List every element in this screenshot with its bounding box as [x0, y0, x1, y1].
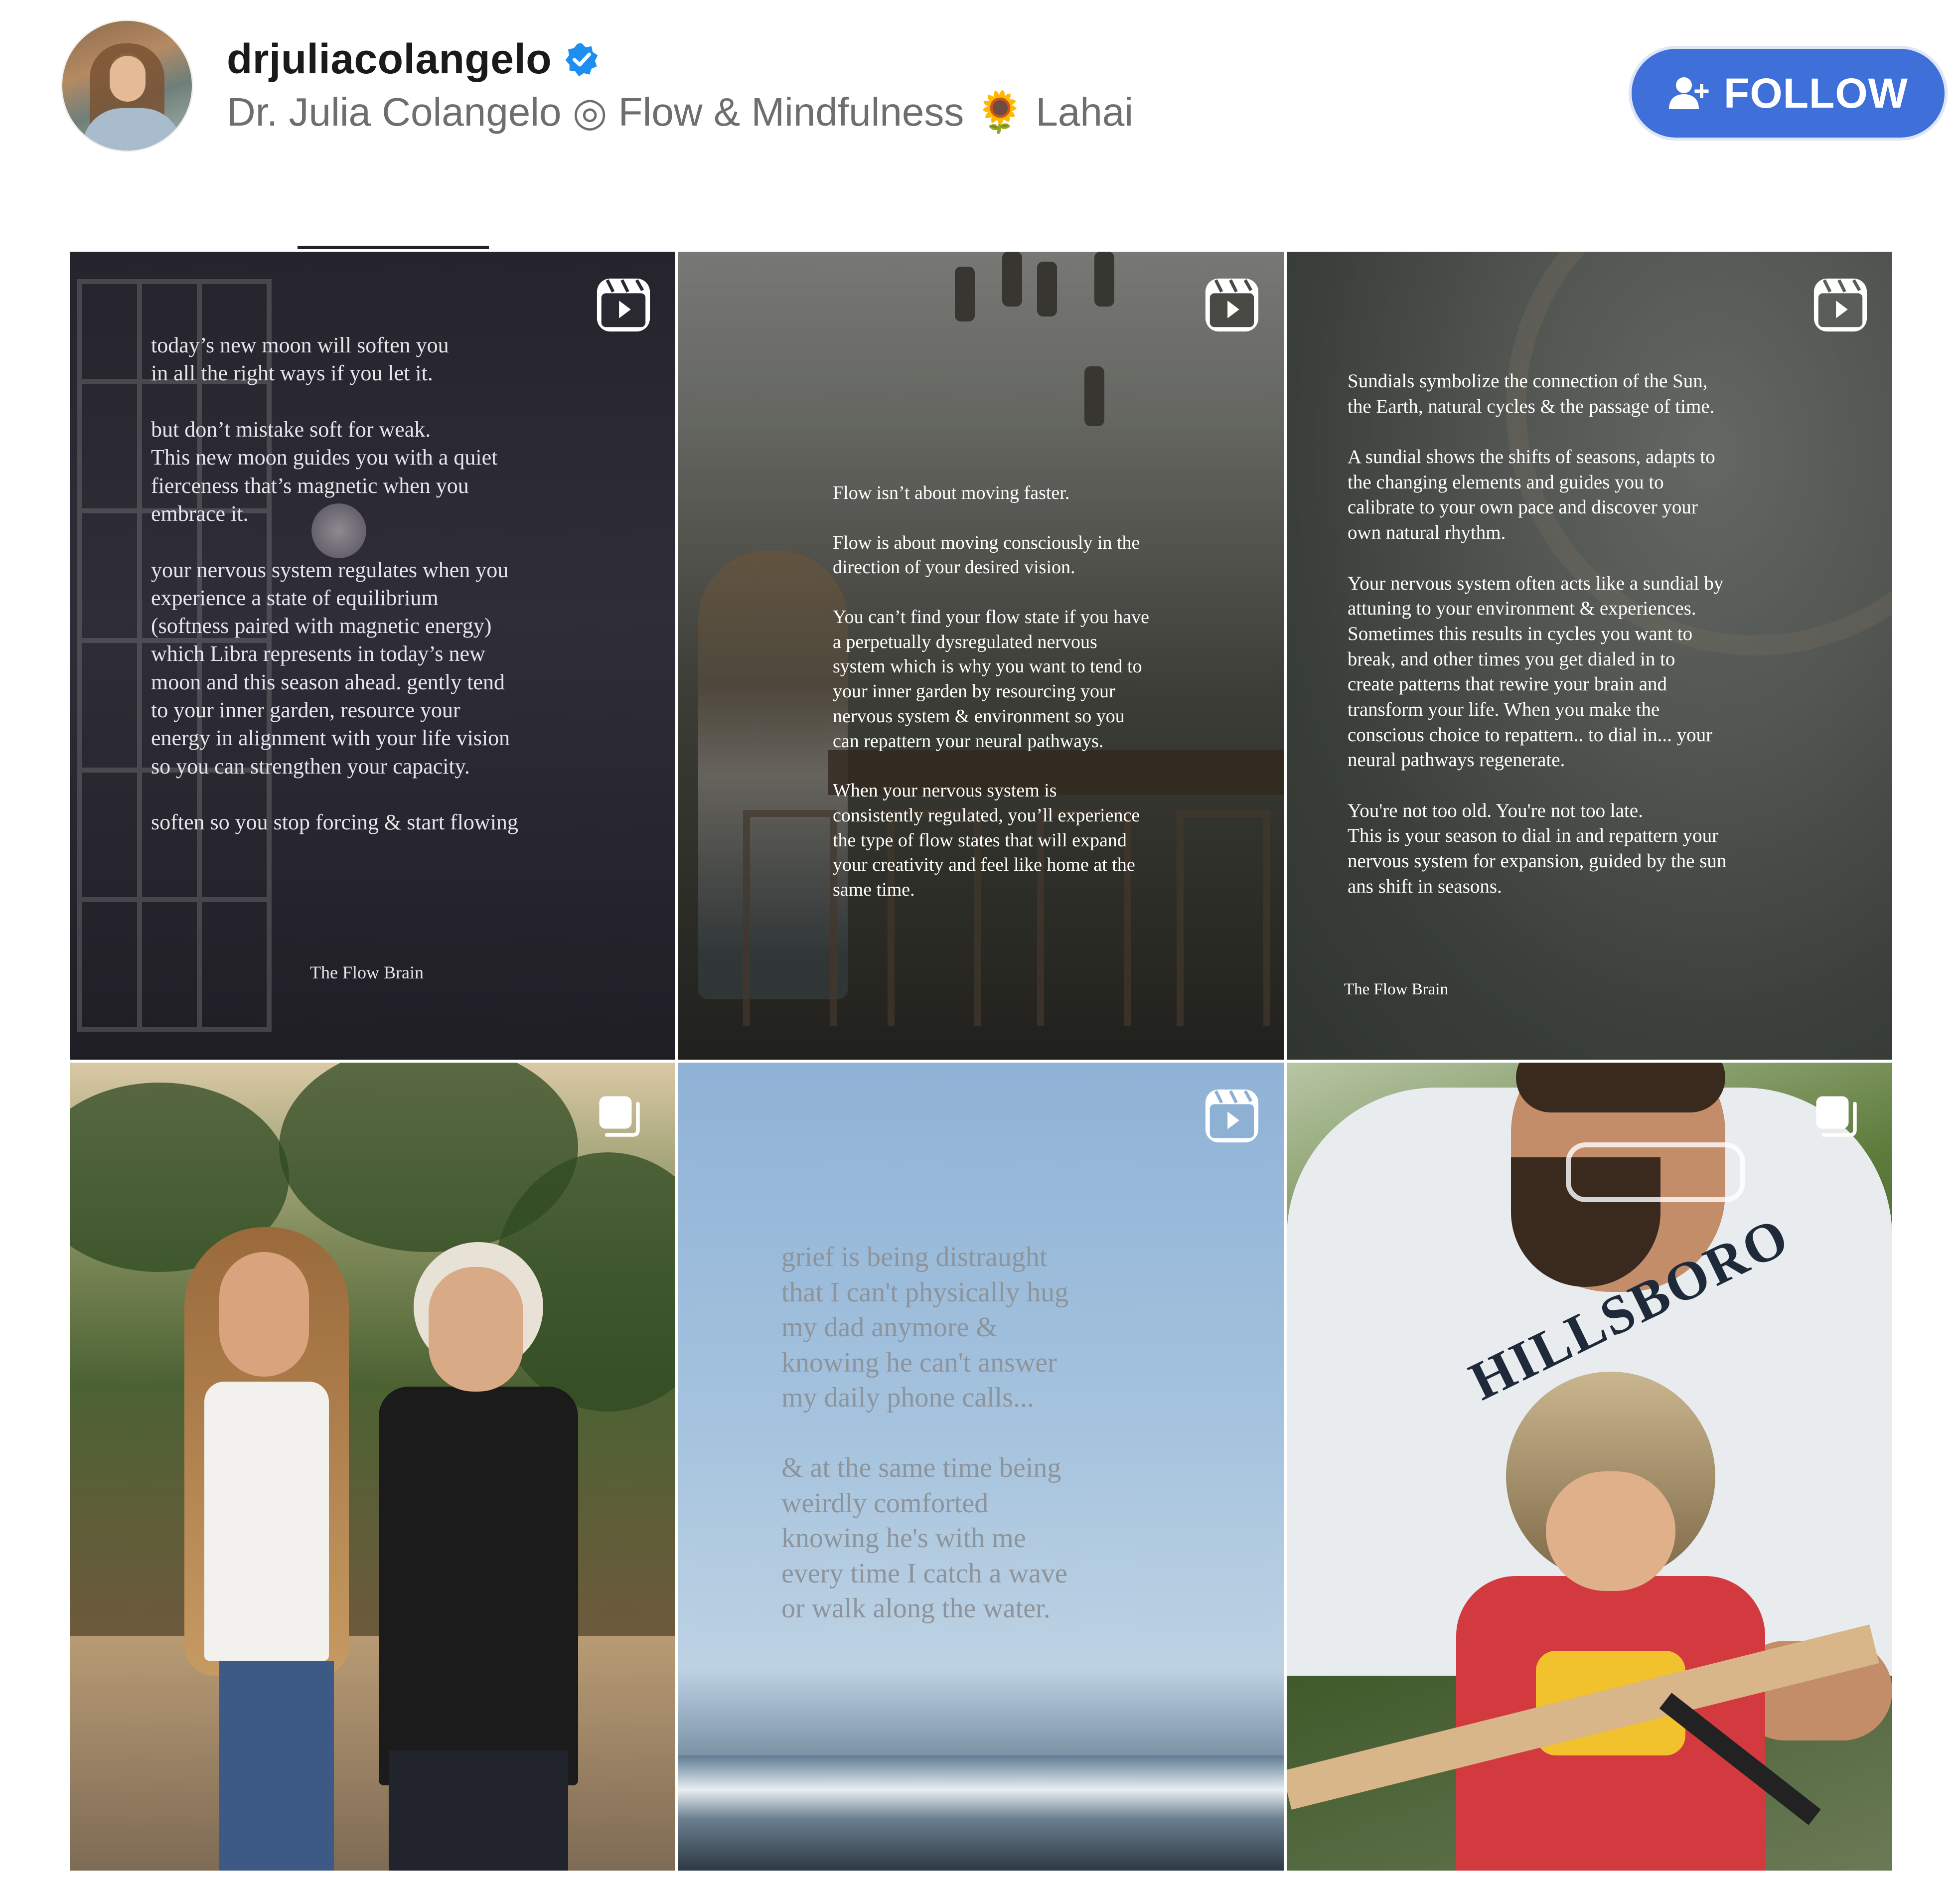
carousel-icon: [1816, 1096, 1857, 1137]
profile-username-row: drjuliacolangelo: [227, 35, 600, 83]
beach-sand: [70, 1636, 675, 1871]
man-hair: [1516, 1063, 1725, 1112]
profile-username[interactable]: drjuliacolangelo: [227, 35, 552, 83]
post-tile-3[interactable]: Sundials symbolize the connection of the…: [1287, 252, 1892, 1060]
post-tile-2[interactable]: Flow isn’t about moving faster. Flow is …: [678, 252, 1284, 1060]
man-glasses: [1566, 1142, 1745, 1202]
avatar-face: [110, 56, 146, 102]
post-tile-1[interactable]: today’s new moon will soften you in all …: [70, 252, 675, 1060]
mother-pants: [389, 1750, 568, 1871]
post-caption-text: grief is being distraught that I can't p…: [781, 1242, 1069, 1624]
woman-jeans: [219, 1661, 334, 1871]
profile-avatar[interactable]: [62, 21, 192, 151]
post-signature: The Flow Brain: [1344, 980, 1448, 998]
child-face: [1546, 1471, 1675, 1591]
mother-face: [429, 1267, 523, 1392]
woman-face: [219, 1252, 309, 1377]
posts-grid: today’s new moon will soften you in all …: [70, 252, 1892, 1878]
reel-icon: [1205, 278, 1259, 332]
active-tab-indicator: [298, 246, 489, 249]
post-caption-text: Sundials symbolize the connection of the…: [1348, 370, 1727, 897]
ocean-waves: [678, 1755, 1284, 1871]
reel-icon: [1205, 1089, 1259, 1143]
post-caption-text: today’s new moon will soften you in all …: [151, 333, 518, 835]
follow-button[interactable]: FOLLOW: [1629, 46, 1948, 141]
follow-button-label: FOLLOW: [1724, 69, 1908, 117]
reel-icon: [597, 278, 650, 332]
post-tile-4[interactable]: [70, 1063, 675, 1871]
reel-icon: [1813, 278, 1867, 332]
profile-full-name: Dr. Julia Colangelo ◎ Flow & Mindfulness…: [227, 90, 1134, 134]
post-signature: The Flow Brain: [310, 962, 424, 982]
post-tile-6[interactable]: HILLSBORO: [1287, 1063, 1892, 1871]
add-person-icon: [1669, 77, 1709, 109]
post-caption-text: Flow isn’t about moving faster. Flow is …: [833, 482, 1149, 901]
mother-top: [379, 1387, 578, 1785]
verified-badge-icon: [565, 43, 598, 76]
carousel-icon: [599, 1096, 640, 1137]
post-tile-5[interactable]: grief is being distraught that I can't p…: [678, 1063, 1284, 1871]
woman-top: [204, 1382, 329, 1661]
